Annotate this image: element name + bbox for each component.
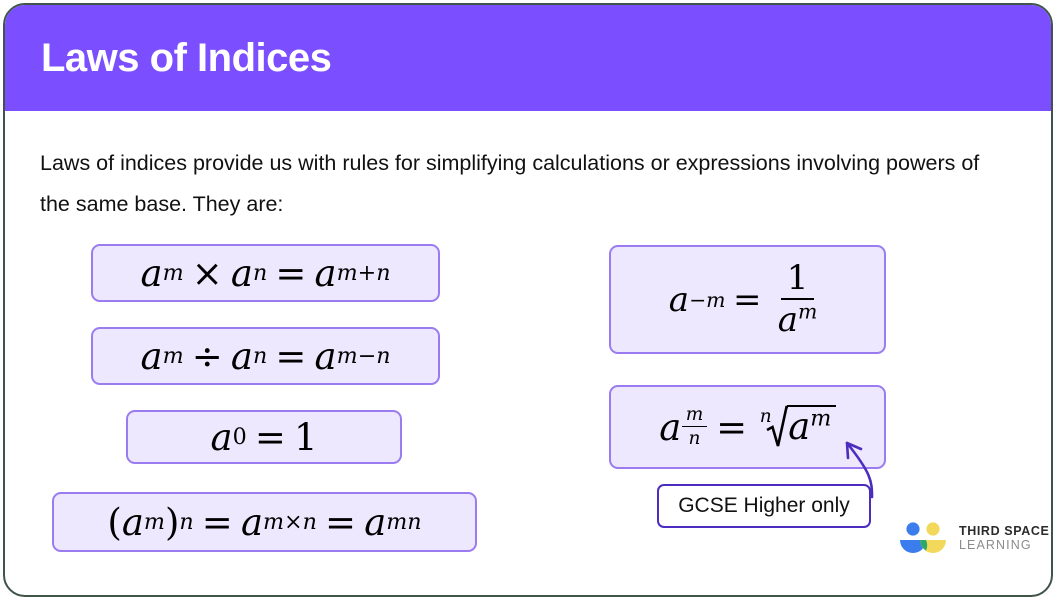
fraction-numerator: m: [682, 405, 707, 427]
base: a: [230, 251, 253, 295]
base: a: [140, 251, 163, 295]
logo-mark-icon: [900, 522, 946, 553]
equals-sign: =: [716, 405, 748, 449]
equals-sign: =: [201, 500, 233, 544]
intro-paragraph: Laws of indices provide us with rules fo…: [40, 151, 980, 216]
base: a: [230, 334, 253, 378]
equals-sign: =: [275, 251, 307, 295]
equals-sign: =: [732, 279, 762, 320]
formula-division-law: a m ÷ a n = a m−n: [140, 334, 391, 378]
paren-close: ): [164, 500, 180, 544]
fraction: 1 am: [772, 260, 824, 338]
result-value: 1: [293, 415, 318, 459]
formula-box-power-of-a-power-law: (a m) n = a m×n = a mn: [52, 492, 477, 552]
base: a: [314, 251, 337, 295]
exponent-fraction: m n: [682, 405, 707, 449]
logo-line-secondary: LEARNING: [959, 538, 1032, 552]
base: a: [240, 500, 263, 544]
base: a: [668, 279, 690, 320]
formula-fractional-index-law: a m n = n am: [659, 405, 836, 449]
callout-label: GCSE Higher only: [678, 494, 850, 517]
formula-power-of-a-power-law: (a m) n = a m×n = a mn: [107, 500, 422, 544]
root-index: n: [759, 406, 772, 428]
formula-negative-index-law: a −m = 1 am: [669, 260, 826, 338]
callout-gcse-higher-only: GCSE Higher only: [657, 484, 871, 528]
slide-card: Laws of Indices Laws of indices provide …: [3, 3, 1053, 597]
base: a: [788, 405, 811, 448]
header-banner: Laws of Indices: [5, 5, 1051, 111]
paren-open: (: [107, 500, 122, 544]
base: a: [121, 500, 144, 544]
base: a: [777, 300, 799, 340]
equals-sign: =: [275, 334, 307, 378]
logo-text: THIRD SPACE LEARNING: [959, 524, 1049, 552]
fraction-denominator: n: [688, 428, 701, 449]
base: a: [659, 405, 682, 449]
exponent: m: [798, 299, 818, 324]
operator-times: ×: [191, 251, 223, 295]
formula-box-negative-index-law: a −m = 1 am: [609, 245, 886, 354]
base: a: [210, 415, 233, 459]
operator-divide: ÷: [191, 334, 223, 378]
formula-multiplication-law: a m × a n = a m+n: [140, 251, 391, 295]
formula-zero-power-law: a 0 = 1: [210, 415, 318, 459]
logo-line-primary: THIRD SPACE: [959, 524, 1050, 538]
third-space-learning-logo: THIRD SPACE LEARNING: [898, 521, 1049, 555]
base: a: [364, 500, 387, 544]
exponent: m: [810, 405, 832, 432]
base: a: [314, 334, 337, 378]
equals-sign: =: [325, 500, 357, 544]
fraction-denominator: am: [772, 300, 824, 339]
page-title: Laws of Indices: [41, 36, 332, 80]
fraction-numerator: 1: [780, 260, 815, 300]
formula-box-division-law: a m ÷ a n = a m−n: [91, 327, 440, 385]
formula-box-zero-power-law: a 0 = 1: [126, 410, 402, 464]
equals-sign: =: [254, 415, 286, 459]
base: a: [140, 334, 163, 378]
formula-box-multiplication-law: a m × a n = a m+n: [91, 244, 440, 302]
